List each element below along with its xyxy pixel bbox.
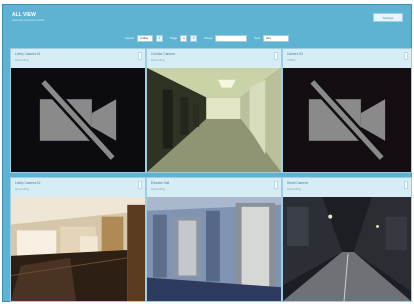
kebab-menu-icon[interactable]	[404, 52, 408, 60]
camera-status: Recording	[15, 58, 29, 62]
camera-tile-2[interactable]: Corridor Camera Recording	[146, 48, 282, 173]
kebab-menu-icon[interactable]	[138, 181, 142, 189]
camera-feed-offline[interactable]	[283, 68, 411, 172]
camera-header: Lobby Camera 01 Recording	[11, 49, 145, 68]
camera-header: Corridor Camera Recording	[147, 49, 281, 68]
camera-header: Street Camera Recording	[283, 178, 411, 197]
camera-grid: Lobby Camera 01 Recording Corridor Camer…	[10, 48, 412, 302]
group-label: Group	[204, 36, 213, 40]
camera-header: Elevator Hall Recording	[147, 178, 281, 197]
camera-status: Recording	[15, 187, 29, 191]
filter-bar: Layout 3 Max ▾ Page 1 ▾ Group Sort ALL	[3, 33, 411, 43]
no-video-icon	[308, 78, 386, 162]
camera-status: Recording	[151, 187, 165, 191]
group-input[interactable]	[215, 34, 248, 42]
camera-tile-1[interactable]: Lobby Camera 01 Recording	[10, 48, 146, 173]
camera-name: Camera 03	[287, 52, 303, 56]
camera-status: Recording	[151, 58, 165, 62]
settings-button[interactable]: Settings	[373, 13, 403, 22]
page-label: Page	[170, 36, 178, 40]
camera-feed-corridor[interactable]	[147, 68, 281, 172]
camera-feed-elevator[interactable]	[147, 197, 281, 301]
camera-feed-lobby[interactable]	[11, 197, 145, 301]
page-dropdown-button[interactable]: ▾	[190, 34, 198, 42]
page-select[interactable]: 1	[180, 34, 188, 42]
kebab-menu-icon[interactable]	[274, 181, 278, 189]
camera-header: Lobby Camera 02 Recording	[11, 178, 145, 197]
camera-status: Offline	[287, 58, 296, 62]
kebab-menu-icon[interactable]	[138, 52, 142, 60]
camera-name: Lobby Camera 01	[15, 52, 41, 56]
kebab-menu-icon[interactable]	[404, 181, 408, 189]
camera-tile-6[interactable]: Street Camera Recording	[282, 177, 412, 302]
layout-dropdown-button[interactable]: ▾	[156, 34, 164, 42]
kebab-menu-icon[interactable]	[274, 52, 278, 60]
camera-name: Street Camera	[287, 181, 308, 185]
camera-name: Lobby Camera 02	[15, 181, 41, 185]
camera-tile-5[interactable]: Elevator Hall Recording	[146, 177, 282, 302]
camera-header: Camera 03 Offline	[283, 49, 411, 68]
layout-label: Layout	[125, 36, 135, 40]
camera-status: Recording	[287, 187, 301, 191]
sort-label: Sort	[254, 36, 260, 40]
camera-tile-4[interactable]: Lobby Camera 02 Recording	[10, 177, 146, 302]
camera-feed-offline[interactable]	[11, 68, 145, 172]
layout-select[interactable]: 3 Max	[137, 34, 154, 42]
camera-feed-street[interactable]	[283, 197, 411, 301]
sort-select[interactable]: ALL	[262, 34, 289, 42]
camera-name: Elevator Hall	[151, 181, 170, 185]
no-video-icon	[39, 78, 117, 162]
camera-name: Corridor Camera	[151, 52, 175, 56]
app-window: ALL VIEW Security camera monitor Setting…	[2, 4, 412, 302]
camera-tile-3[interactable]: Camera 03 Offline	[282, 48, 412, 173]
app-subtitle: Security camera monitor	[12, 18, 45, 22]
